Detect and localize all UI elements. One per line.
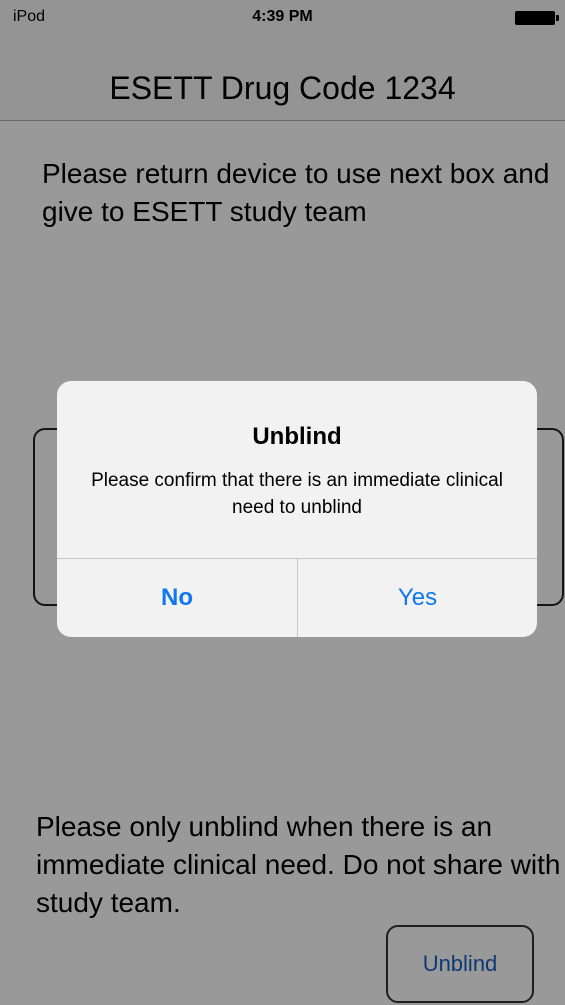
alert-yes-button[interactable]: Yes <box>298 559 537 637</box>
alert-no-button[interactable]: No <box>57 559 297 637</box>
unblind-confirm-alert: Unblind Please confirm that there is an … <box>57 381 537 637</box>
alert-title: Unblind <box>252 423 342 450</box>
alert-message: Please confirm that there is an immediat… <box>91 470 503 518</box>
